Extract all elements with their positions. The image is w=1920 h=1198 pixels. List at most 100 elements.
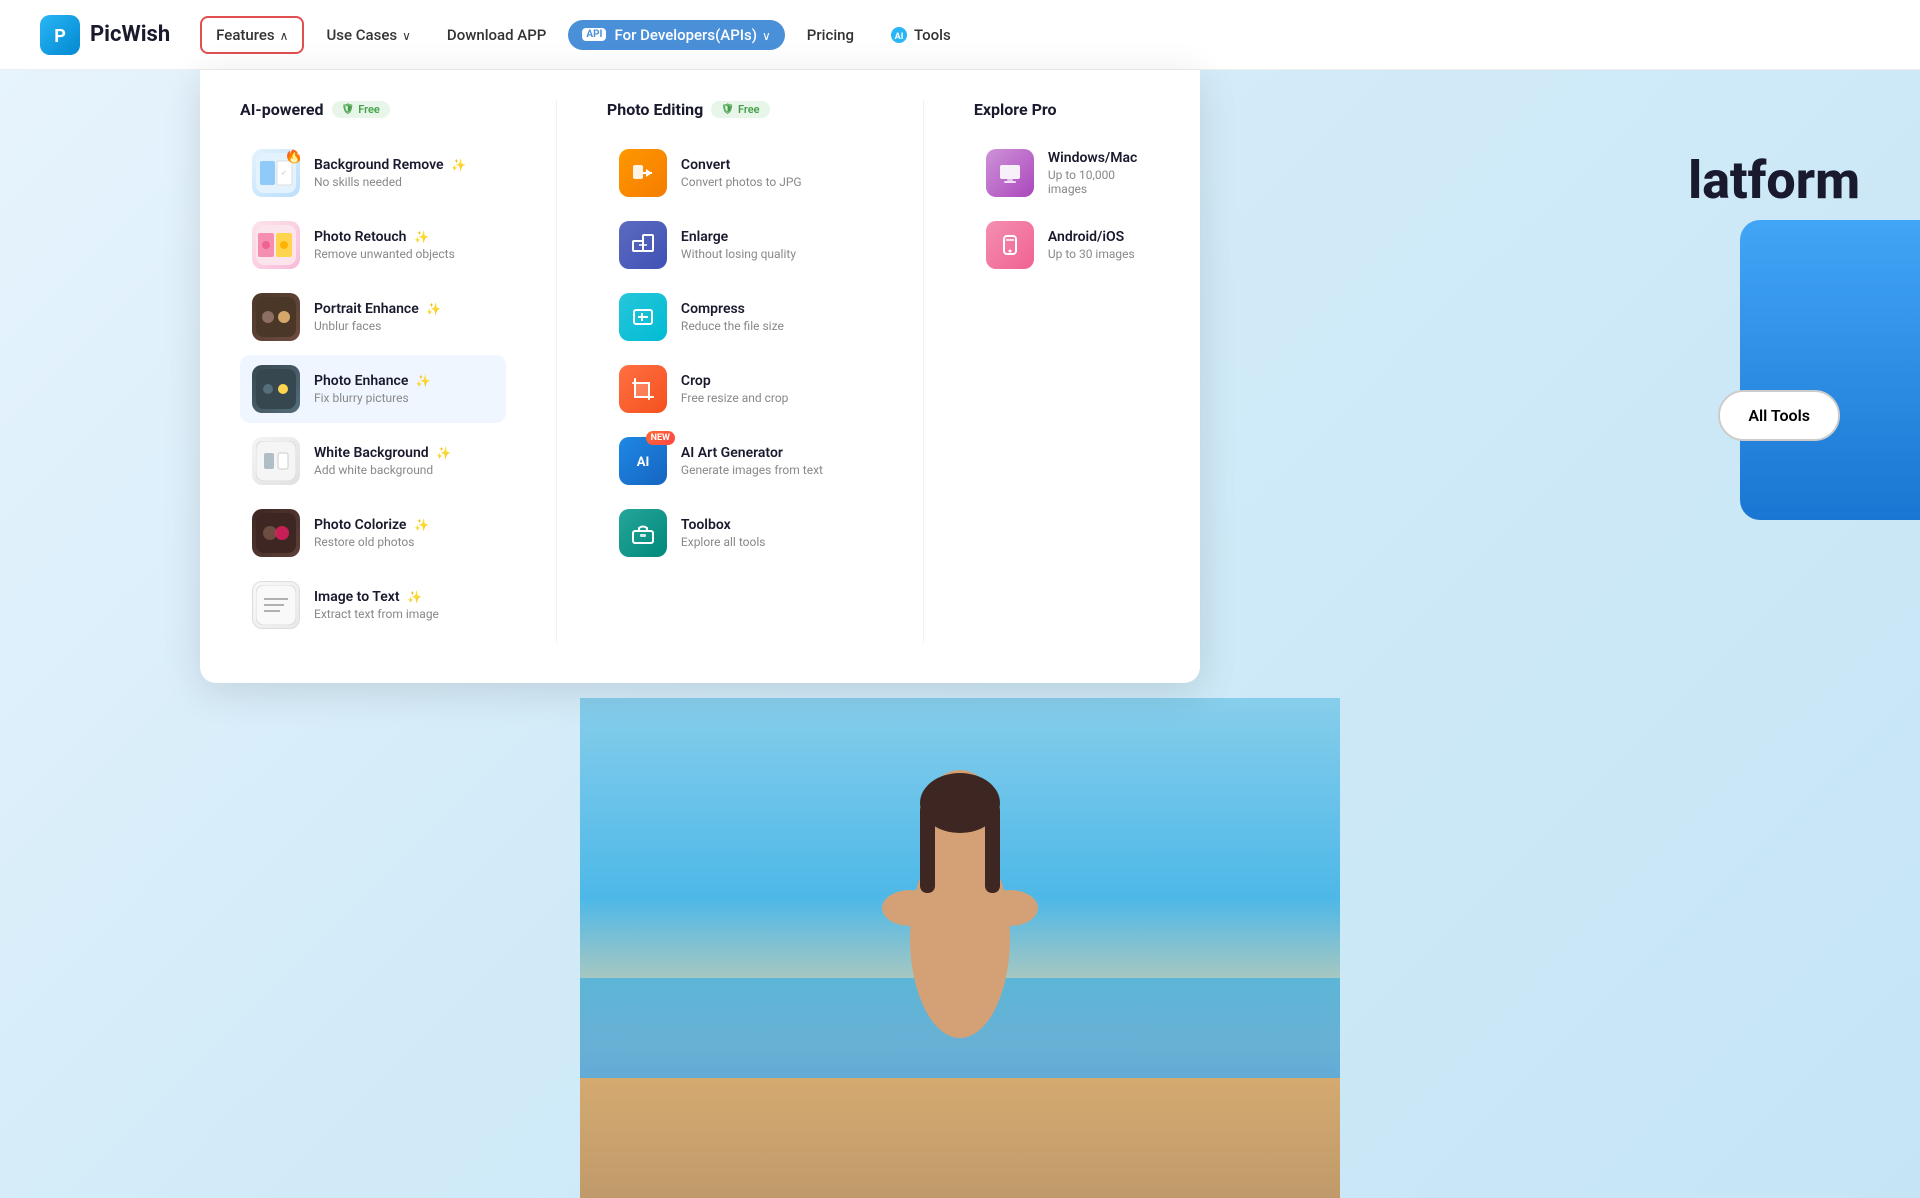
menu-item-crop[interactable]: Crop Free resize and crop bbox=[607, 355, 873, 423]
menu-item-white-bg[interactable]: White Background ✨ Add white background bbox=[240, 427, 506, 495]
logo-icon: P bbox=[40, 15, 80, 55]
colorize-subtitle: Restore old photos bbox=[314, 535, 429, 549]
image-text-title: Image to Text ✨ bbox=[314, 589, 439, 605]
use-cases-chevron bbox=[402, 26, 411, 44]
compress-text: Compress Reduce the file size bbox=[681, 301, 784, 333]
logo-text: PicWish bbox=[90, 22, 170, 47]
blue-accent-panel bbox=[1740, 220, 1920, 520]
android-icon bbox=[986, 221, 1034, 269]
separator-2 bbox=[923, 100, 924, 643]
svg-text:✓: ✓ bbox=[281, 169, 287, 177]
nav-tools[interactable]: AI Tools bbox=[876, 18, 965, 52]
white-bg-text: White Background ✨ Add white background bbox=[314, 445, 451, 477]
api-badge: API bbox=[582, 28, 606, 41]
svg-text:AI: AI bbox=[637, 455, 650, 470]
colorize-text: Photo Colorize ✨ Restore old photos bbox=[314, 517, 429, 549]
crop-title: Crop bbox=[681, 373, 788, 389]
compress-icon bbox=[619, 293, 667, 341]
photo-editing-free-badge: Free bbox=[711, 101, 769, 118]
retouch-title: Photo Retouch ✨ bbox=[314, 229, 455, 245]
person-figure bbox=[850, 738, 1070, 1118]
pro-item-windows[interactable]: Windows/Mac Up to 10,000 images bbox=[974, 139, 1160, 207]
menu-item-retouch[interactable]: Photo Retouch ✨ Remove unwanted objects bbox=[240, 211, 506, 279]
features-dropdown: AI-powered Free ✓ 🔥 Background Remove ✨ bbox=[200, 70, 1200, 683]
ai-tools-icon: AI bbox=[890, 26, 908, 44]
svg-text:P: P bbox=[54, 26, 66, 47]
crop-icon bbox=[619, 365, 667, 413]
convert-text: Convert Convert photos to JPG bbox=[681, 157, 802, 189]
portrait-title: Portrait Enhance ✨ bbox=[314, 301, 441, 317]
ai-powered-title: AI-powered bbox=[240, 100, 324, 119]
explore-pro-col: Explore Pro Windows/Mac Up to 10,000 ima… bbox=[974, 100, 1160, 643]
image-text-text: Image to Text ✨ Extract text from image bbox=[314, 589, 439, 621]
nav-features[interactable]: Features bbox=[200, 16, 304, 54]
menu-item-image-text[interactable]: Image to Text ✨ Extract text from image bbox=[240, 571, 506, 639]
explore-pro-header: Explore Pro bbox=[974, 100, 1160, 119]
enhance-subtitle: Fix blurry pictures bbox=[314, 391, 431, 405]
toolbox-text: Toolbox Explore all tools bbox=[681, 517, 766, 549]
for-developers-label: For Developers(APIs) bbox=[614, 26, 757, 44]
navbar: P PicWish Features Use Cases Download AP… bbox=[0, 0, 1920, 70]
toolbox-icon bbox=[619, 509, 667, 557]
enlarge-icon bbox=[619, 221, 667, 269]
colorize-title: Photo Colorize ✨ bbox=[314, 517, 429, 533]
ai-art-text: AI Art Generator Generate images from te… bbox=[681, 445, 823, 477]
explore-pro-title: Explore Pro bbox=[974, 100, 1057, 119]
beach-image bbox=[580, 698, 1340, 1198]
menu-item-enhance[interactable]: Photo Enhance ✨ Fix blurry pictures bbox=[240, 355, 506, 423]
image-text-subtitle: Extract text from image bbox=[314, 607, 439, 621]
logo[interactable]: P PicWish bbox=[40, 15, 170, 55]
enlarge-text: Enlarge Without losing quality bbox=[681, 229, 796, 261]
menu-item-enlarge[interactable]: Enlarge Without losing quality bbox=[607, 211, 873, 279]
enlarge-title: Enlarge bbox=[681, 229, 796, 245]
menu-item-compress[interactable]: Compress Reduce the file size bbox=[607, 283, 873, 351]
portrait-text: Portrait Enhance ✨ Unblur faces bbox=[314, 301, 441, 333]
nav-pricing[interactable]: Pricing bbox=[793, 18, 868, 52]
menu-item-ai-art[interactable]: AI NEW AI Art Generator Generate images … bbox=[607, 427, 873, 495]
hero-platform-text: latform bbox=[1688, 150, 1860, 211]
ai-art-icon: AI NEW bbox=[619, 437, 667, 485]
menu-item-portrait[interactable]: Portrait Enhance ✨ Unblur faces bbox=[240, 283, 506, 351]
android-title: Android/iOS bbox=[1048, 229, 1135, 245]
portrait-icon bbox=[252, 293, 300, 341]
separator-1 bbox=[556, 100, 557, 643]
portrait-subtitle: Unblur faces bbox=[314, 319, 441, 333]
pro-item-android[interactable]: Android/iOS Up to 30 images bbox=[974, 211, 1160, 279]
all-tools-button[interactable]: All Tools bbox=[1718, 390, 1840, 441]
nav-items: Features Use Cases Download APP API For … bbox=[200, 16, 1880, 54]
sparkle-icon-2: ✨ bbox=[414, 230, 429, 244]
tools-label: Tools bbox=[914, 26, 951, 44]
features-label: Features bbox=[216, 26, 274, 44]
nav-download-app[interactable]: Download APP bbox=[433, 18, 560, 52]
convert-icon bbox=[619, 149, 667, 197]
nav-use-cases[interactable]: Use Cases bbox=[312, 18, 424, 52]
compress-title: Compress bbox=[681, 301, 784, 317]
menu-item-toolbox[interactable]: Toolbox Explore all tools bbox=[607, 499, 873, 567]
bg-remove-text: Background Remove ✨ No skills needed bbox=[314, 157, 466, 189]
bg-remove-icon: ✓ 🔥 bbox=[252, 149, 300, 197]
retouch-icon bbox=[252, 221, 300, 269]
ai-art-subtitle: Generate images from text bbox=[681, 463, 823, 477]
sparkle-icon-1: ✨ bbox=[451, 158, 466, 172]
nav-for-developers[interactable]: API For Developers(APIs) bbox=[568, 20, 784, 50]
ai-art-title: AI Art Generator bbox=[681, 445, 823, 461]
menu-item-convert[interactable]: Convert Convert photos to JPG bbox=[607, 139, 873, 207]
bg-remove-title: Background Remove ✨ bbox=[314, 157, 466, 173]
crop-text: Crop Free resize and crop bbox=[681, 373, 788, 405]
enlarge-subtitle: Without losing quality bbox=[681, 247, 796, 261]
white-bg-icon bbox=[252, 437, 300, 485]
white-bg-subtitle: Add white background bbox=[314, 463, 451, 477]
developers-chevron bbox=[762, 26, 771, 44]
enhance-icon bbox=[252, 365, 300, 413]
enhance-title: Photo Enhance ✨ bbox=[314, 373, 431, 389]
windows-text: Windows/Mac Up to 10,000 images bbox=[1048, 150, 1148, 196]
download-app-label: Download APP bbox=[447, 26, 546, 44]
android-text: Android/iOS Up to 30 images bbox=[1048, 229, 1135, 261]
bg-remove-subtitle: No skills needed bbox=[314, 175, 466, 189]
menu-item-bg-remove[interactable]: ✓ 🔥 Background Remove ✨ No skills needed bbox=[240, 139, 506, 207]
compress-subtitle: Reduce the file size bbox=[681, 319, 784, 333]
sparkle-icon-4: ✨ bbox=[416, 374, 431, 388]
use-cases-label: Use Cases bbox=[326, 26, 397, 44]
sparkle-icon-7: ✨ bbox=[407, 590, 422, 604]
menu-item-colorize[interactable]: Photo Colorize ✨ Restore old photos bbox=[240, 499, 506, 567]
